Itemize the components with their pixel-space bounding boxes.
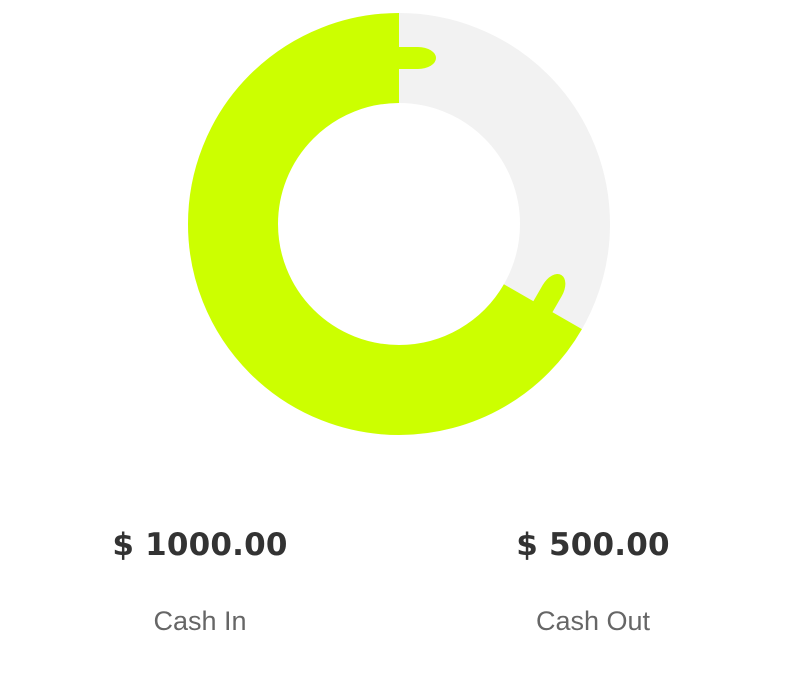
donut-chart-svg xyxy=(188,13,610,435)
donut-chart xyxy=(0,0,792,460)
cash-in-summary: $ 1000.00 Cash In xyxy=(70,520,330,637)
cash-out-summary: $ 500.00 Cash Out xyxy=(463,520,723,637)
donut-slices xyxy=(188,13,610,435)
donut-slice-end-cap xyxy=(346,47,436,69)
cash-out-label: Cash Out xyxy=(535,606,651,636)
cash-in-label: Cash In xyxy=(153,606,247,636)
cash-in-amount: $ 1000.00 xyxy=(112,527,288,563)
cash-out-amount: $ 500.00 xyxy=(516,527,670,563)
